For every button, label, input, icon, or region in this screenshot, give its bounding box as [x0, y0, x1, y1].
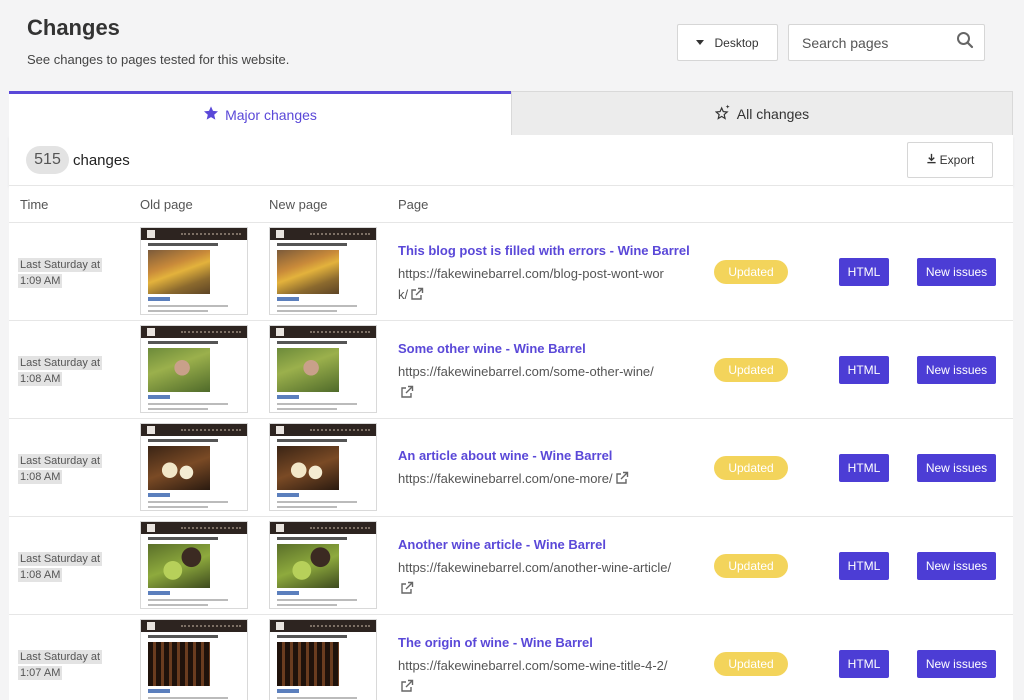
old-page-thumbnail[interactable] [140, 423, 248, 511]
table-row: Last Saturday at 1:08 AM An article about… [9, 419, 1013, 517]
new-page-thumbnail[interactable] [269, 325, 377, 413]
external-link-icon[interactable] [408, 287, 424, 302]
new-issues-button[interactable]: New issues [917, 356, 996, 384]
new-page-thumbnail[interactable] [269, 227, 377, 315]
time-line-2: 1:08 AM [18, 568, 63, 582]
page-subtitle: See changes to pages tested for this web… [27, 52, 290, 67]
time-line-1: Last Saturday at [18, 552, 103, 566]
old-page-thumbnail[interactable] [140, 325, 248, 413]
new-issues-button[interactable]: New issues [917, 650, 996, 678]
status-badge: Updated [714, 554, 788, 578]
page-url-line-1: https://fakewinebarrel.com/one-more/ [398, 471, 613, 486]
page-title-link[interactable]: Some other wine - Wine Barrel [398, 341, 586, 356]
time-line-1: Last Saturday at [18, 258, 103, 272]
table-header: Time Old page New page Page [9, 186, 1013, 223]
tab-label: All changes [736, 105, 810, 122]
star-icon [203, 105, 225, 124]
time-line-2: 1:08 AM [18, 372, 63, 386]
page-title-link[interactable]: The origin of wine - Wine Barrel [398, 635, 593, 650]
download-icon [926, 153, 940, 167]
page-url-line-1: https://fakewinebarrel.com/blog-post-won… [398, 266, 664, 281]
time-cell: Last Saturday at 1:08 AM [18, 355, 103, 387]
external-link-icon[interactable] [398, 679, 414, 694]
column-header-old-page: Old page [140, 197, 193, 212]
time-line-1: Last Saturday at [18, 650, 103, 664]
html-button[interactable]: HTML [839, 552, 889, 580]
external-link-icon[interactable] [398, 385, 414, 400]
new-page-thumbnail[interactable] [269, 521, 377, 609]
time-line-2: 1:09 AM [18, 274, 63, 288]
sparkle-star-icon [714, 104, 737, 123]
column-header-time: Time [20, 197, 49, 212]
page-url-line-1: https://fakewinebarrel.com/another-wine-… [398, 560, 672, 575]
status-badge: Updated [714, 358, 788, 382]
status-badge: Updated [714, 652, 788, 676]
page-url: https://fakewinebarrel.com/some-wine-tit… [398, 655, 698, 697]
page-url: https://fakewinebarrel.com/blog-post-won… [398, 263, 698, 305]
old-page-thumbnail[interactable] [140, 521, 248, 609]
time-line-2: 1:07 AM [18, 666, 63, 680]
table-row: Last Saturday at 1:07 AM The origin of wi… [9, 615, 1013, 700]
export-label: Export [939, 153, 975, 167]
search-input[interactable] [802, 34, 956, 51]
time-line-2: 1:08 AM [18, 470, 63, 484]
page-title-link[interactable]: Another wine article - Wine Barrel [398, 537, 606, 552]
table-row: Last Saturday at 1:09 AM This blog post i… [9, 223, 1013, 321]
status-badge: Updated [714, 260, 788, 284]
search-box [788, 24, 985, 61]
export-button[interactable]: Export [907, 142, 993, 178]
html-button[interactable]: HTML [839, 650, 889, 678]
time-cell: Last Saturday at 1:08 AM [18, 453, 103, 485]
status-badge: Updated [714, 456, 788, 480]
new-page-thumbnail[interactable] [269, 423, 377, 511]
page-url-line-1: https://fakewinebarrel.com/some-other-wi… [398, 364, 654, 379]
tab-label: Major changes [225, 106, 317, 123]
old-page-thumbnail[interactable] [140, 619, 248, 700]
change-count-label: changes [73, 152, 130, 169]
summary-bar: 515 changes Export [9, 135, 1013, 186]
table-row: Last Saturday at 1:08 AM Some other wine … [9, 321, 1013, 419]
page-title: Changes [27, 15, 120, 40]
changes-table: Time Old page New page Page Last Saturda… [9, 186, 1013, 700]
caret-down-icon [696, 40, 705, 45]
time-cell: Last Saturday at 1:08 AM [18, 551, 103, 583]
page-url-line-1: https://fakewinebarrel.com/some-wine-tit… [398, 658, 668, 673]
page-url: https://fakewinebarrel.com/another-wine-… [398, 557, 698, 599]
time-line-1: Last Saturday at [18, 356, 103, 370]
table-row: Last Saturday at 1:08 AM Another wine art… [9, 517, 1013, 615]
html-button[interactable]: HTML [839, 258, 889, 286]
page-title-link[interactable]: An article about wine - Wine Barrel [398, 448, 612, 463]
external-link-icon[interactable] [398, 581, 414, 596]
page-url: https://fakewinebarrel.com/some-other-wi… [398, 361, 698, 403]
new-issues-button[interactable]: New issues [917, 454, 996, 482]
time-cell: Last Saturday at 1:09 AM [18, 257, 103, 289]
new-issues-button[interactable]: New issues [917, 552, 996, 580]
tab-bar: Major changes All changes [9, 91, 1013, 135]
device-dropdown[interactable]: Desktop [677, 24, 778, 61]
column-header-page: Page [398, 197, 429, 212]
old-page-thumbnail[interactable] [140, 227, 248, 315]
time-cell: Last Saturday at 1:07 AM [18, 649, 103, 681]
tab-all-changes[interactable]: All changes [511, 91, 1013, 135]
html-button[interactable]: HTML [839, 356, 889, 384]
page-title-link[interactable]: This blog post is filled with errors - W… [398, 243, 690, 258]
device-dropdown-label: Desktop [714, 35, 759, 50]
tab-major-changes[interactable]: Major changes [9, 91, 511, 135]
search-icon[interactable] [956, 31, 974, 54]
external-link-icon[interactable] [613, 471, 629, 486]
html-button[interactable]: HTML [839, 454, 889, 482]
new-issues-button[interactable]: New issues [917, 258, 996, 286]
new-page-thumbnail[interactable] [269, 619, 377, 700]
page-url: https://fakewinebarrel.com/one-more/ [398, 468, 698, 489]
time-line-1: Last Saturday at [18, 454, 103, 468]
page-url-line-2: k/ [398, 287, 409, 302]
change-count-badge: 515 [26, 146, 69, 174]
column-header-new-page: New page [269, 197, 328, 212]
